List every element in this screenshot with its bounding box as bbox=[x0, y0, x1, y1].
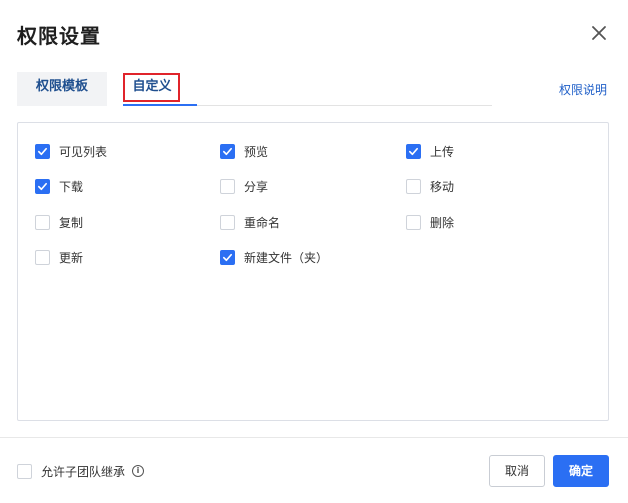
close-icon[interactable] bbox=[588, 22, 610, 44]
tab-template[interactable]: 权限模板 bbox=[17, 72, 107, 106]
permission-option-new-file-folder[interactable]: 新建文件（夹） bbox=[220, 248, 328, 266]
permission-label: 预览 bbox=[244, 144, 269, 159]
permission-option-rename[interactable]: 重命名 bbox=[220, 213, 280, 231]
checkbox-unchecked-icon[interactable] bbox=[406, 214, 421, 230]
permission-label: 重命名 bbox=[244, 215, 281, 230]
permission-label: 复制 bbox=[59, 215, 84, 230]
permission-option-share[interactable]: 分享 bbox=[220, 177, 268, 195]
permission-option-preview[interactable]: 预览 bbox=[220, 142, 268, 160]
permission-panel: 可见列表 预览 上传 下载 分享 移动 复制 重命名 删除 更新 新建文件（夹） bbox=[17, 122, 609, 421]
inherit-label: 允许子团队继承 bbox=[41, 464, 126, 479]
tab-custom[interactable]: 自定义 bbox=[107, 72, 197, 106]
cancel-button[interactable]: 取消 bbox=[489, 455, 545, 487]
checkbox-checked-icon[interactable] bbox=[406, 143, 421, 159]
checkbox-unchecked-icon[interactable] bbox=[35, 249, 50, 265]
permission-label: 移动 bbox=[430, 179, 455, 194]
permission-label: 删除 bbox=[430, 215, 455, 230]
footer-divider bbox=[0, 437, 628, 438]
permission-option-upload[interactable]: 上传 bbox=[406, 142, 454, 160]
checkbox-unchecked-icon[interactable] bbox=[17, 463, 32, 479]
permission-label: 可见列表 bbox=[59, 144, 108, 159]
permission-option-update[interactable]: 更新 bbox=[35, 248, 83, 266]
tab-bar: 权限模板 自定义 bbox=[17, 72, 492, 106]
highlight-box bbox=[123, 73, 180, 102]
active-tab-indicator bbox=[123, 104, 197, 106]
permission-help-link[interactable]: 权限说明 bbox=[559, 81, 607, 98]
checkbox-checked-icon[interactable] bbox=[35, 143, 50, 159]
permission-option-move[interactable]: 移动 bbox=[406, 177, 454, 195]
permission-label: 更新 bbox=[59, 250, 84, 265]
permission-option-delete[interactable]: 删除 bbox=[406, 213, 454, 231]
dialog-title: 权限设置 bbox=[17, 24, 101, 48]
checkbox-checked-icon[interactable] bbox=[220, 249, 235, 265]
info-icon[interactable]: i bbox=[132, 465, 145, 477]
checkbox-checked-icon[interactable] bbox=[220, 143, 235, 159]
checkbox-unchecked-icon[interactable] bbox=[220, 214, 235, 230]
permission-label: 上传 bbox=[430, 144, 455, 159]
confirm-button[interactable]: 确定 bbox=[553, 455, 609, 487]
permission-label: 分享 bbox=[244, 179, 269, 194]
permission-option-copy[interactable]: 复制 bbox=[35, 213, 83, 231]
inherit-option[interactable]: 允许子团队继承 i bbox=[17, 462, 145, 480]
permission-label: 新建文件（夹） bbox=[244, 250, 329, 265]
permission-option-download[interactable]: 下载 bbox=[35, 177, 83, 195]
checkbox-unchecked-icon[interactable] bbox=[35, 214, 50, 230]
checkbox-unchecked-icon[interactable] bbox=[220, 178, 235, 194]
checkbox-checked-icon[interactable] bbox=[35, 178, 50, 194]
permission-label: 下载 bbox=[59, 179, 84, 194]
checkbox-unchecked-icon[interactable] bbox=[406, 178, 421, 194]
permission-option-visible-list[interactable]: 可见列表 bbox=[35, 142, 107, 160]
